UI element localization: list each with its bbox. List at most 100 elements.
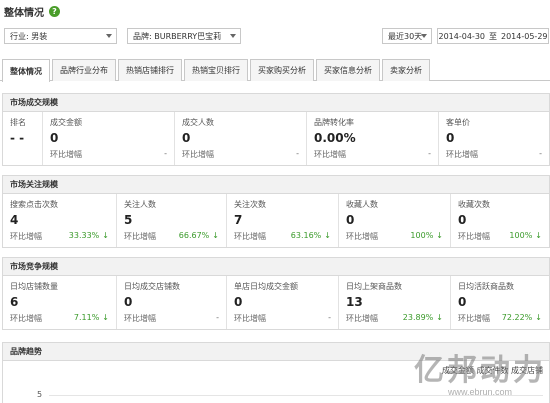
metric-daily-shops: 日均店铺数量 6 环比增幅 7.11% ↓ xyxy=(3,276,117,329)
metric-change: 环比增幅 66.67% ↓ xyxy=(124,231,219,242)
metric-daily-active-items: 日均活跃商品数 0 环比增幅 72.22% ↓ xyxy=(451,276,549,329)
section-title: 市场竞争规模 xyxy=(3,258,549,276)
arrow-down-icon: ↓ xyxy=(436,231,443,240)
tab-hot-shops[interactable]: 热销店铺排行 xyxy=(118,59,182,81)
metric-value: 0 xyxy=(458,295,467,309)
metric-change: 环比增幅 100% ↓ xyxy=(458,231,542,242)
change-label: 环比增幅 xyxy=(124,314,156,323)
metric-label: 关注人数 xyxy=(124,200,156,209)
metric-change: 环比增幅 - xyxy=(234,313,331,324)
change-label: 环比增幅 xyxy=(458,314,490,323)
metric-change: 环比增幅 33.33% ↓ xyxy=(10,231,109,242)
market-competition-panel: 市场竞争规模 日均店铺数量 6 环比增幅 7.11% ↓ 日均成交店铺数 0 环比… xyxy=(2,257,550,330)
metric-label: 成交人数 xyxy=(182,118,214,127)
market-attention-panel: 市场关注规模 搜索点击次数 4 环比增幅 33.33% ↓ 关注人数 5 环比增幅… xyxy=(2,175,550,248)
metric-value: - - xyxy=(10,131,25,145)
metric-value: 13 xyxy=(346,295,363,309)
trend-legend[interactable]: 成交金额 成交件数 成交店铺 xyxy=(442,365,543,376)
metric-value: 0 xyxy=(234,295,243,309)
page-title: 整体情况 xyxy=(4,7,44,19)
change-label: 环比增幅 xyxy=(446,150,478,159)
metric-label: 日均成交店铺数 xyxy=(124,282,180,291)
industry-select-value: 行业: 男装 xyxy=(10,31,48,41)
metric-change: 环比增幅 - xyxy=(446,149,542,160)
metric-change: 环比增幅 - xyxy=(314,149,431,160)
change-label: 环比增幅 xyxy=(314,150,346,159)
metric-label: 品牌转化率 xyxy=(314,118,354,127)
change-value: 33.33% xyxy=(68,231,100,240)
chevron-down-icon xyxy=(230,34,236,38)
metric-buyers: 成交人数 0 环比增幅 - xyxy=(175,112,307,165)
tab-buyer-info[interactable]: 买家信息分析 xyxy=(316,59,380,81)
change-value: 7.11% xyxy=(73,313,100,322)
metric-change: 环比增幅 - xyxy=(182,149,299,160)
tab-overview[interactable]: 整体情况 xyxy=(2,59,50,82)
brand-trend-panel: 品牌趋势 成交金额 成交件数 成交店铺 5 xyxy=(2,342,550,403)
metric-favorite-count: 收藏次数 0 环比增幅 100% ↓ xyxy=(451,194,549,247)
metric-label: 排名 xyxy=(10,118,26,127)
metric-change: 环比增幅 63.16% ↓ xyxy=(234,231,331,242)
change-label: 环比增幅 xyxy=(10,314,42,323)
metric-follow-count: 关注次数 7 环比增幅 63.16% ↓ xyxy=(227,194,339,247)
metric-unit-price: 客单价 0 环比增幅 - xyxy=(439,112,549,165)
period-select[interactable]: 最近30天 xyxy=(382,28,432,44)
section-title: 市场关注规模 xyxy=(3,176,549,194)
change-value: - xyxy=(539,149,542,158)
metric-search-clicks: 搜索点击次数 4 环比增幅 33.33% ↓ xyxy=(3,194,117,247)
metric-conversion-rate: 品牌转化率 0.00% 环比增幅 - xyxy=(307,112,439,165)
change-value: - xyxy=(296,149,299,158)
metric-label: 日均上架商品数 xyxy=(346,282,402,291)
metric-value: 0 xyxy=(50,131,59,145)
change-value: 100% xyxy=(410,231,434,240)
metric-rank: 排名 - - xyxy=(3,112,43,165)
arrow-down-icon: ↓ xyxy=(102,313,109,322)
date-start: 2014-04-30 xyxy=(438,31,486,41)
change-label: 环比增幅 xyxy=(458,232,490,241)
tab-bar: 整体情况 品牌行业分布 热销店铺排行 热销宝贝排行 买家购买分析 买家信息分析 … xyxy=(0,59,550,82)
metric-change: 环比增幅 - xyxy=(50,149,167,160)
metric-label: 关注次数 xyxy=(234,200,266,209)
change-label: 环比增幅 xyxy=(346,232,378,241)
metric-change: 环比增幅 23.89% ↓ xyxy=(346,313,443,324)
metric-label: 搜索点击次数 xyxy=(10,200,58,209)
change-value: 72.22% xyxy=(501,313,533,322)
metric-label: 日均店铺数量 xyxy=(10,282,58,291)
metric-label: 单店日均成交金额 xyxy=(234,282,298,291)
change-value: 66.67% xyxy=(178,231,210,240)
change-value: 63.16% xyxy=(290,231,322,240)
change-value: 23.89% xyxy=(402,313,434,322)
metric-change: 环比增幅 - xyxy=(124,313,219,324)
change-value: - xyxy=(328,313,331,322)
metric-label: 日均活跃商品数 xyxy=(458,282,514,291)
change-value: - xyxy=(216,313,219,322)
metric-value: 0 xyxy=(182,131,191,145)
metric-label: 收藏次数 xyxy=(458,200,490,209)
tab-buyer-purchase[interactable]: 买家购买分析 xyxy=(250,59,314,81)
metric-daily-listed-items: 日均上架商品数 13 环比增幅 23.89% ↓ xyxy=(339,276,451,329)
tab-hot-items[interactable]: 热销宝贝排行 xyxy=(184,59,248,81)
change-label: 环比增幅 xyxy=(124,232,156,241)
metric-label: 客单价 xyxy=(446,118,470,127)
chevron-down-icon xyxy=(421,34,427,38)
period-select-value: 最近30天 xyxy=(388,31,423,41)
date-range-picker[interactable]: 2014-04-30 至 2014-05-29 xyxy=(437,28,549,44)
arrow-down-icon: ↓ xyxy=(212,231,219,240)
metric-followers: 关注人数 5 环比增幅 66.67% ↓ xyxy=(117,194,227,247)
section-title: 品牌趋势 xyxy=(3,343,549,361)
metric-shop-daily-amount: 单店日均成交金额 0 环比增幅 - xyxy=(227,276,339,329)
help-icon[interactable]: ? xyxy=(49,5,60,17)
change-label: 环比增幅 xyxy=(234,232,266,241)
metric-value: 0 xyxy=(446,131,455,145)
date-separator: 至 xyxy=(489,31,497,41)
change-value: - xyxy=(428,149,431,158)
metric-sales-amount: 成交金额 0 环比增幅 - xyxy=(43,112,175,165)
change-value: - xyxy=(164,149,167,158)
chevron-down-icon xyxy=(106,34,112,38)
tab-seller[interactable]: 卖家分析 xyxy=(382,59,430,81)
metric-change: 环比增幅 72.22% ↓ xyxy=(458,313,542,324)
metric-change: 环比增幅 7.11% ↓ xyxy=(10,313,109,324)
industry-select[interactable]: 行业: 男装 xyxy=(4,28,117,44)
tab-brand-industry[interactable]: 品牌行业分布 xyxy=(52,59,116,81)
brand-select[interactable]: 品牌: BURBERRY巴宝莉 xyxy=(127,28,241,44)
change-label: 环比增幅 xyxy=(182,150,214,159)
